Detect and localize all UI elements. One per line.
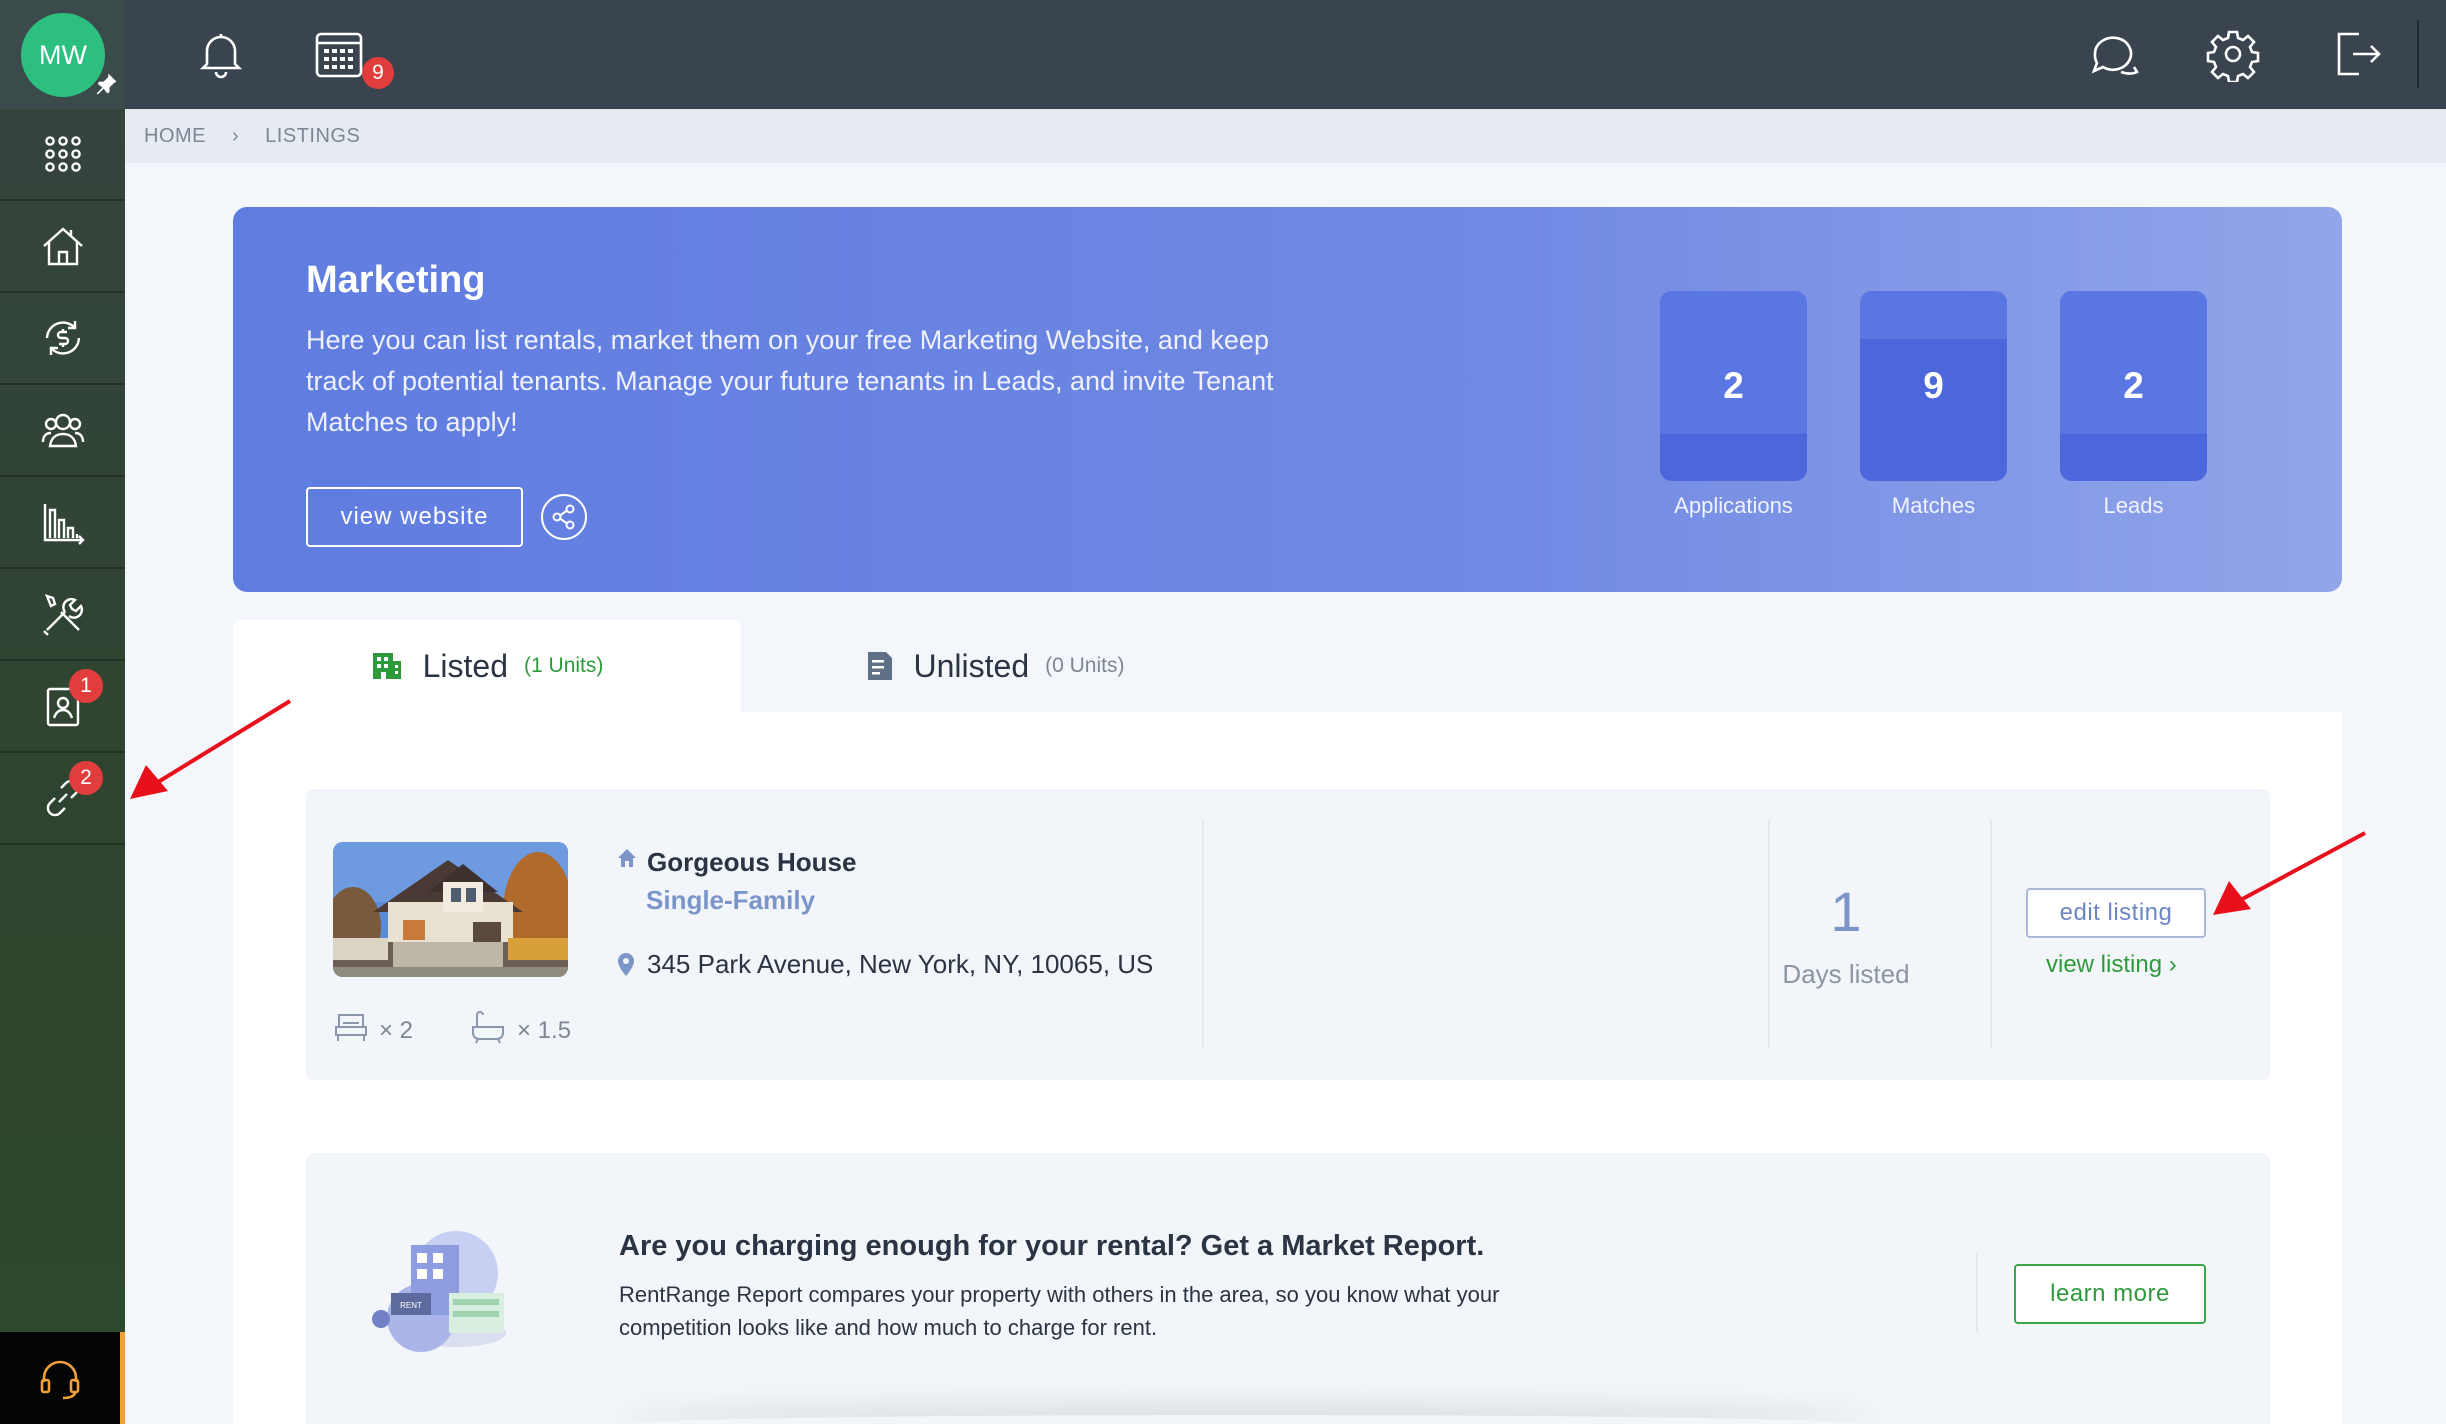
baths-info: × 1.5 bbox=[469, 1009, 571, 1045]
chat-icon[interactable] bbox=[2085, 26, 2141, 82]
breadcrumb-current: LISTINGS bbox=[265, 124, 361, 147]
beds-info: × 2 bbox=[333, 1009, 413, 1045]
beds-count: × 2 bbox=[379, 1017, 414, 1044]
stat-applications-box: 2 bbox=[1660, 291, 1807, 481]
stat-matches-value: 9 bbox=[1923, 365, 1944, 406]
stat-applications-label: Applications bbox=[1674, 493, 1793, 518]
sidebar-item-properties[interactable] bbox=[0, 201, 125, 293]
stat-applications-value: 2 bbox=[1723, 365, 1744, 406]
sidebar-item-payments[interactable] bbox=[0, 293, 125, 385]
stat-leads[interactable]: 2 Leads bbox=[2060, 291, 2207, 519]
view-website-button[interactable]: view website bbox=[306, 487, 523, 547]
logout-icon[interactable] bbox=[2329, 26, 2385, 82]
divider bbox=[1990, 819, 1992, 1049]
breadcrumb-home[interactable]: HOME bbox=[144, 125, 206, 148]
sidebar-item-maintenance[interactable] bbox=[0, 569, 125, 661]
support-button[interactable] bbox=[0, 1332, 125, 1424]
sidebar-item-apps[interactable] bbox=[0, 109, 125, 201]
stat-leads-value: 2 bbox=[2123, 365, 2144, 406]
building-icon bbox=[372, 653, 401, 679]
annotation-arrow bbox=[130, 699, 292, 799]
report-illustration: RENT bbox=[372, 1231, 506, 1352]
share-icon bbox=[552, 504, 575, 530]
edit-listing-button[interactable]: edit listing bbox=[2026, 888, 2206, 938]
location-pin-icon bbox=[618, 953, 634, 976]
sidebar-header: MW bbox=[0, 0, 125, 109]
stat-matches[interactable]: 9 Matches bbox=[1860, 291, 2007, 519]
sidebar-item-listings[interactable]: 2 bbox=[0, 753, 125, 845]
topbar-divider bbox=[2417, 20, 2419, 88]
card-shadow bbox=[616, 1415, 1876, 1424]
baths-count: × 1.5 bbox=[517, 1017, 572, 1044]
listing-address: 345 Park Avenue, New York, NY, 10065, US bbox=[647, 949, 1154, 979]
stat-matches-box: 9 bbox=[1860, 291, 2007, 481]
gear-icon[interactable] bbox=[2205, 26, 2261, 82]
sidebar-item-reports[interactable] bbox=[0, 477, 125, 569]
market-report-card: RENT Are you charging enough for your re… bbox=[306, 1153, 2270, 1424]
stat-applications[interactable]: 2 Applications bbox=[1660, 291, 1807, 519]
report-description: RentRange Report compares your property … bbox=[619, 1282, 1500, 1340]
bar-chart-icon bbox=[43, 504, 85, 545]
bathtub-icon bbox=[472, 1011, 504, 1044]
tab-unlisted-label: Unlisted bbox=[913, 647, 1030, 684]
report-title: Are you charging enough for your rental?… bbox=[619, 1230, 1485, 1262]
tab-listed-count: (1 Units) bbox=[524, 654, 604, 677]
listing-type: Single-Family bbox=[646, 885, 816, 915]
tab-listed-label: Listed bbox=[422, 647, 509, 684]
days-listed-value: 1 bbox=[1830, 880, 1862, 943]
divider bbox=[1976, 1253, 1978, 1333]
tab-unlisted-count: (0 Units) bbox=[1045, 654, 1125, 677]
chevron-right-icon: › bbox=[232, 124, 240, 147]
listings-badge: 2 bbox=[69, 761, 103, 795]
bed-icon bbox=[335, 1014, 367, 1041]
marketing-description: Here you can list rentals, market them o… bbox=[306, 325, 1274, 437]
annotation-arrow bbox=[2213, 831, 2366, 915]
headset-icon bbox=[40, 1360, 80, 1400]
bell-icon[interactable] bbox=[193, 26, 249, 82]
tab-listed[interactable]: Listed (1 Units) bbox=[233, 620, 741, 712]
tools-icon bbox=[42, 594, 83, 636]
tab-unlisted[interactable]: Unlisted (0 Units) bbox=[741, 620, 1249, 712]
divider bbox=[1202, 819, 1204, 1049]
document-icon bbox=[867, 652, 892, 680]
stat-leads-label: Leads bbox=[2103, 493, 2164, 518]
sidebar-item-applicants[interactable]: 1 bbox=[0, 661, 125, 753]
sidebar-item-people[interactable] bbox=[0, 385, 125, 477]
house-icon bbox=[42, 227, 83, 266]
divider bbox=[1768, 819, 1770, 1049]
stat-matches-label: Matches bbox=[1891, 493, 1976, 518]
learn-more-button[interactable]: learn more bbox=[2014, 1264, 2206, 1324]
calendar-icon[interactable] bbox=[311, 26, 367, 82]
breadcrumb: HOME › LISTINGS bbox=[125, 109, 2446, 163]
home-icon bbox=[618, 849, 636, 867]
listing-card: × 2 × 1.5 Gorgeous House Single-Family 3… bbox=[306, 789, 2270, 1080]
house-photo bbox=[333, 842, 568, 977]
pin-icon[interactable] bbox=[92, 70, 120, 98]
rent-sign-text: RENT bbox=[400, 1301, 422, 1310]
users-icon bbox=[41, 413, 84, 448]
topbar: 9 bbox=[125, 0, 2446, 109]
marketing-title: Marketing bbox=[306, 259, 486, 301]
marketing-banner: Marketing Here you can list rentals, mar… bbox=[233, 207, 2342, 592]
grid-icon bbox=[44, 136, 81, 172]
view-listing-link[interactable]: view listing › bbox=[2046, 951, 2177, 979]
listing-photo[interactable] bbox=[333, 842, 568, 977]
listing-title[interactable]: Gorgeous House bbox=[647, 847, 856, 878]
share-button[interactable] bbox=[541, 494, 587, 540]
sidebar: MW 1 2 bbox=[0, 0, 125, 1424]
applicants-badge: 1 bbox=[69, 669, 103, 703]
stat-leads-box: 2 bbox=[2060, 291, 2207, 481]
days-listed-label: Days listed bbox=[1782, 959, 1910, 989]
dollar-cycle-icon bbox=[45, 321, 80, 355]
